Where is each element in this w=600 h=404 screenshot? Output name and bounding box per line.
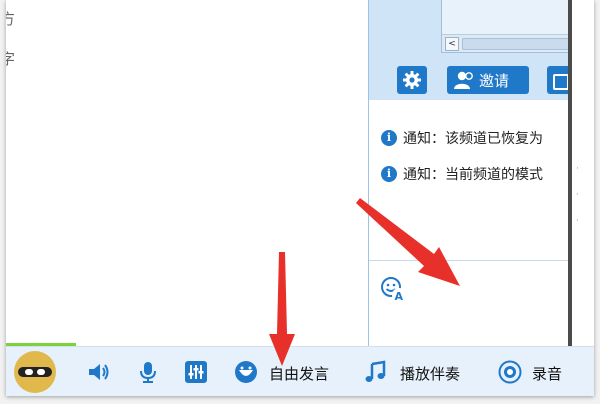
notice-list: i 通知：该频道已恢复为 i 通知：当前频道的模式 — [369, 100, 569, 260]
drawer-divider — [568, 0, 572, 346]
window-icon — [553, 74, 569, 90]
info-icon: i — [381, 130, 397, 146]
play-accompaniment-button[interactable]: 播放伴奏 — [400, 363, 460, 384]
app-window: 方 字 < 邀请 i 通知：该频道已恢复为 i 通知：当前频道的模式 A · ·… — [6, 0, 594, 396]
settings-button[interactable] — [397, 66, 427, 94]
avatar[interactable] — [14, 351, 56, 393]
notice-text: 通知：当前频道的模式 — [403, 167, 543, 183]
record-icon[interactable] — [498, 360, 522, 384]
info-icon: i — [381, 166, 397, 182]
svg-text:A: A — [395, 290, 404, 303]
microphone-icon[interactable] — [136, 360, 160, 384]
channel-side-panel: < 邀请 i 通知：该频道已恢复为 i 通知：当前频道的模式 A — [368, 0, 573, 347]
emoji-font-icon[interactable]: A — [379, 275, 407, 303]
chat-input-area[interactable]: A — [369, 260, 569, 347]
drawer-content: · · · — [576, 164, 579, 226]
member-list[interactable]: < — [441, 0, 572, 53]
bottom-toolbar: 自由发言 播放伴奏 录音 — [6, 346, 594, 396]
smile-icon[interactable] — [234, 360, 258, 384]
notice-text: 通知：该频道已恢复为 — [403, 131, 543, 147]
side-drawer: · · · — [568, 0, 594, 346]
equalizer-icon[interactable] — [184, 360, 208, 384]
member-panel: < 邀请 — [369, 0, 573, 100]
scroll-left-arrow[interactable]: < — [445, 37, 459, 51]
user-icon — [454, 71, 473, 89]
invite-button[interactable]: 邀请 — [447, 66, 529, 94]
avatar-eye — [37, 369, 45, 375]
free-speak-button[interactable]: 自由发言 — [269, 363, 329, 384]
horizontal-scrollbar[interactable]: < — [442, 34, 572, 52]
avatar-eye — [25, 369, 33, 375]
left-edge-text-2: 字 — [6, 50, 16, 68]
gear-icon — [403, 71, 421, 89]
main-video-area: 方 字 — [6, 0, 366, 346]
left-edge-text-1: 方 — [6, 10, 16, 28]
invite-button-label: 邀请 — [479, 72, 510, 90]
music-note-icon[interactable] — [364, 360, 388, 384]
speaker-icon[interactable] — [86, 360, 110, 384]
avatar-mask — [18, 367, 52, 377]
record-button[interactable]: 录音 — [532, 363, 562, 384]
scroll-thumb[interactable] — [462, 38, 572, 50]
